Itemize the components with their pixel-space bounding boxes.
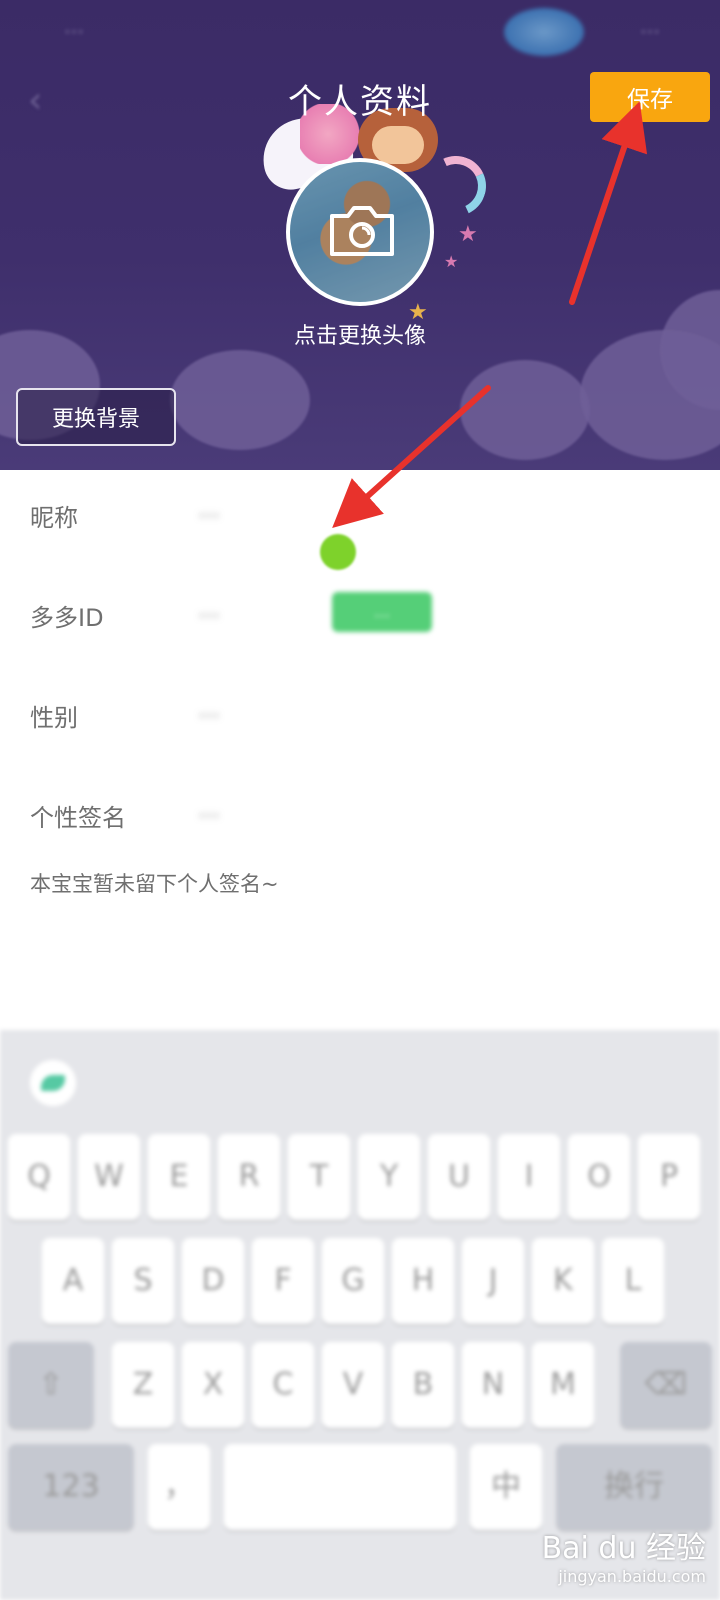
duoduo-id-value: …: [198, 598, 220, 623]
key-q[interactable]: Q: [8, 1134, 70, 1220]
save-button[interactable]: 保存: [590, 72, 710, 122]
enter-key[interactable]: 换行: [556, 1444, 712, 1530]
gender-value[interactable]: …: [198, 698, 220, 723]
nickname-row[interactable]: 昵称 …: [0, 470, 720, 570]
status-bar: … …: [0, 0, 720, 52]
key-p[interactable]: P: [638, 1134, 700, 1220]
key-a[interactable]: A: [42, 1238, 104, 1324]
key-b[interactable]: B: [392, 1342, 454, 1428]
status-bar-left: …: [64, 14, 84, 38]
key-e[interactable]: E: [148, 1134, 210, 1220]
backspace-key[interactable]: ⌫: [620, 1342, 712, 1428]
comma-key[interactable]: ，: [148, 1444, 210, 1530]
key-w[interactable]: W: [78, 1134, 140, 1220]
language-switch-key[interactable]: 中: [470, 1444, 542, 1530]
signature-row[interactable]: 个性签名 …: [0, 770, 720, 870]
star-icon: ★: [458, 222, 478, 247]
cloud-decoration: [170, 350, 310, 450]
profile-form: 昵称 … 多多ID … … 性别 … 个性签名 … 本宝宝暂未留下个人签名~: [0, 470, 720, 1030]
key-d[interactable]: D: [182, 1238, 244, 1324]
key-n[interactable]: N: [462, 1342, 524, 1428]
watermark-logo: Bai du 经验 jingyan.baidu.com: [542, 1523, 706, 1586]
avatar-caption[interactable]: 点击更换头像: [0, 318, 720, 350]
nickname-input[interactable]: …: [198, 498, 220, 523]
planet-decoration: [504, 8, 584, 56]
key-k[interactable]: K: [532, 1238, 594, 1324]
profile-header: … … ‹ ★ ★ ★ 个人资料 保存 点击更换头像 更换背景: [0, 0, 720, 470]
key-l[interactable]: L: [602, 1238, 664, 1324]
status-bar-right: …: [640, 14, 660, 38]
key-z[interactable]: Z: [112, 1342, 174, 1428]
key-v[interactable]: V: [322, 1342, 384, 1428]
key-m[interactable]: M: [532, 1342, 594, 1428]
key-h[interactable]: H: [392, 1238, 454, 1324]
nickname-label: 昵称: [30, 504, 78, 532]
key-o[interactable]: O: [568, 1134, 630, 1220]
signature-text: 本宝宝暂未留下个人签名~: [30, 872, 279, 896]
soft-keyboard: Q W E R T Y U I O P A S D F G H J K L ⇧ …: [0, 1030, 720, 1600]
key-u[interactable]: U: [428, 1134, 490, 1220]
key-j[interactable]: J: [462, 1238, 524, 1324]
signature-input[interactable]: …: [198, 798, 220, 823]
duoduo-id-row: 多多ID … …: [0, 570, 720, 670]
gender-label: 性别: [30, 704, 78, 732]
key-t[interactable]: T: [288, 1134, 350, 1220]
key-s[interactable]: S: [112, 1238, 174, 1324]
key-g[interactable]: G: [322, 1238, 384, 1324]
key-i[interactable]: I: [498, 1134, 560, 1220]
cloud-decoration: [460, 360, 590, 460]
key-f[interactable]: F: [252, 1238, 314, 1324]
change-background-button[interactable]: 更换背景: [16, 388, 176, 446]
watermark-brand: Bai du 经验: [541, 1531, 706, 1566]
gender-row[interactable]: 性别 …: [0, 670, 720, 770]
key-r[interactable]: R: [218, 1134, 280, 1220]
star-icon: ★: [444, 252, 459, 271]
text-cursor-handle[interactable]: [320, 534, 356, 570]
key-y[interactable]: Y: [358, 1134, 420, 1220]
key-c[interactable]: C: [252, 1342, 314, 1428]
camera-icon: [330, 206, 394, 256]
shift-key[interactable]: ⇧: [8, 1342, 94, 1428]
signature-label: 个性签名: [30, 804, 126, 832]
keyboard-logo-icon[interactable]: [30, 1060, 76, 1106]
avatar[interactable]: [286, 158, 434, 306]
monkey-face-decoration: [372, 126, 424, 164]
space-key[interactable]: [224, 1444, 456, 1530]
copy-id-badge[interactable]: …: [332, 592, 432, 632]
duoduo-id-label: 多多ID: [30, 604, 104, 632]
key-x[interactable]: X: [182, 1342, 244, 1428]
watermark-url: jingyan.baidu.com: [558, 1567, 706, 1586]
numbers-key[interactable]: 123: [8, 1444, 134, 1530]
